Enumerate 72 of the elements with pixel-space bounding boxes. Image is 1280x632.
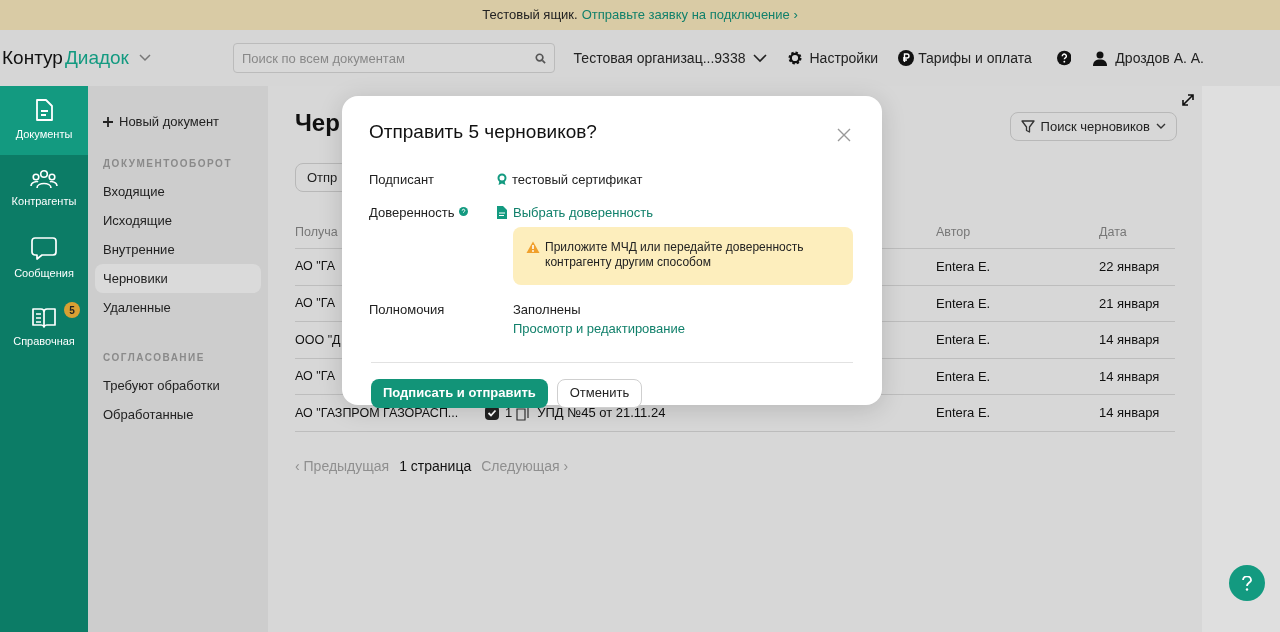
- documents-icon: [516, 405, 530, 421]
- current-page: 1 страница: [399, 456, 472, 476]
- sign-and-send-button[interactable]: Подписать и отправить: [371, 378, 548, 408]
- people-icon: [30, 169, 58, 190]
- table-cell-text: АО "ГА: [295, 368, 335, 386]
- navigation-item[interactable]: Исходящие: [95, 206, 261, 235]
- authority-value: Заполнены: [513, 300, 582, 319]
- settings-icon[interactable]: [787, 50, 804, 66]
- organization-selector[interactable]: Тестовая организац...9338: [573, 47, 746, 69]
- column-header: Дата: [1099, 224, 1128, 241]
- search-field[interactable]: Поиск по всем документам: [232, 43, 555, 73]
- certificate-icon: [497, 172, 507, 186]
- navigation-item[interactable]: Удаленные: [95, 293, 261, 322]
- settings-link[interactable]: Настройки: [809, 47, 879, 69]
- chevron-down-icon: [1156, 123, 1166, 130]
- user-name[interactable]: Дроздов А. А.: [1115, 47, 1204, 69]
- help-icon[interactable]: [1056, 50, 1072, 66]
- cancel-button[interactable]: Отменить: [556, 378, 643, 408]
- field-label: Подписант: [369, 170, 435, 189]
- user-icon[interactable]: [1093, 50, 1108, 66]
- rail-item[interactable]: Сообщения: [0, 224, 88, 293]
- help-icon: [1242, 575, 1252, 591]
- table-cell-text: 14 января: [1099, 367, 1161, 386]
- table-cell-text: 14 января: [1099, 404, 1161, 423]
- table-cell-text: Entera E.: [936, 331, 992, 350]
- field-label: Полномочия: [369, 300, 445, 319]
- signer-value: тестовый сертификат: [512, 170, 643, 189]
- choose-power-of-attorney-link[interactable]: Выбрать доверенность: [497, 203, 855, 223]
- expand-icon[interactable]: [1182, 94, 1194, 106]
- table-cell-text: ООО "Д: [295, 331, 341, 349]
- plus-icon: [103, 117, 113, 127]
- book-icon: [30, 305, 58, 330]
- tariffs-link[interactable]: Тарифы и оплата: [918, 47, 1032, 69]
- column-header: Автор: [936, 224, 972, 241]
- chat-icon: [31, 235, 57, 261]
- notification-badge: 5: [64, 302, 80, 318]
- rail-item[interactable]: Справочная 5: [0, 293, 88, 362]
- dialog-title: Отправить 5 черновиков?: [369, 120, 597, 144]
- new-document-button[interactable]: Новый документ: [95, 112, 228, 132]
- rail-item[interactable]: Документы: [0, 86, 88, 155]
- table-cell-text: АО "ГА: [295, 295, 335, 312]
- document-icon: [497, 206, 507, 220]
- table-cell-text: Entera E.: [936, 404, 992, 423]
- table-cell-text: Entera E.: [936, 294, 992, 313]
- close-icon[interactable]: [837, 128, 851, 143]
- column-header: Получа: [295, 224, 339, 241]
- section-heading: СОГЛАСОВАНИЕ: [102, 351, 206, 365]
- banner-text: Тестовый ящик.: [482, 6, 578, 25]
- navigation-item[interactable]: Входящие: [95, 177, 261, 206]
- table-cell-text: 22 января: [1099, 258, 1161, 277]
- field-label: Доверенность: [369, 204, 455, 222]
- section-heading: ДОКУМЕНТООБОРОТ: [102, 157, 233, 171]
- table-cell-text: 14 января: [1099, 331, 1161, 350]
- table-cell-text: 21 января: [1099, 294, 1161, 313]
- table-cell-text: Entera E.: [936, 367, 992, 386]
- warning-icon: [526, 240, 540, 254]
- warning-text: Приложите МЧД или передайте доверенность контрагенту другим способом: [545, 239, 805, 270]
- ruble-icon[interactable]: [898, 50, 915, 66]
- table-cell-text: АО "ГА: [295, 258, 335, 276]
- navigation-item[interactable]: Внутренние: [95, 235, 261, 264]
- navigation-item[interactable]: Требуют обработки: [95, 371, 261, 400]
- logo-text[interactable]: Контур: [2, 43, 63, 73]
- filter-icon: [1020, 120, 1035, 133]
- navigation-item[interactable]: Черновики: [95, 264, 261, 293]
- rail-item[interactable]: Контрагенты: [0, 155, 88, 224]
- navigation-item[interactable]: Обработанные: [95, 400, 261, 429]
- filter-button[interactable]: Поиск черновиков: [1009, 112, 1177, 141]
- page-title: Чер: [295, 108, 340, 138]
- search-icon: [534, 53, 546, 64]
- table-cell-text: Entera E.: [936, 258, 992, 277]
- chevron-down-icon[interactable]: [753, 53, 768, 63]
- view-and-edit-link[interactable]: Просмотр и редактирование: [513, 319, 855, 339]
